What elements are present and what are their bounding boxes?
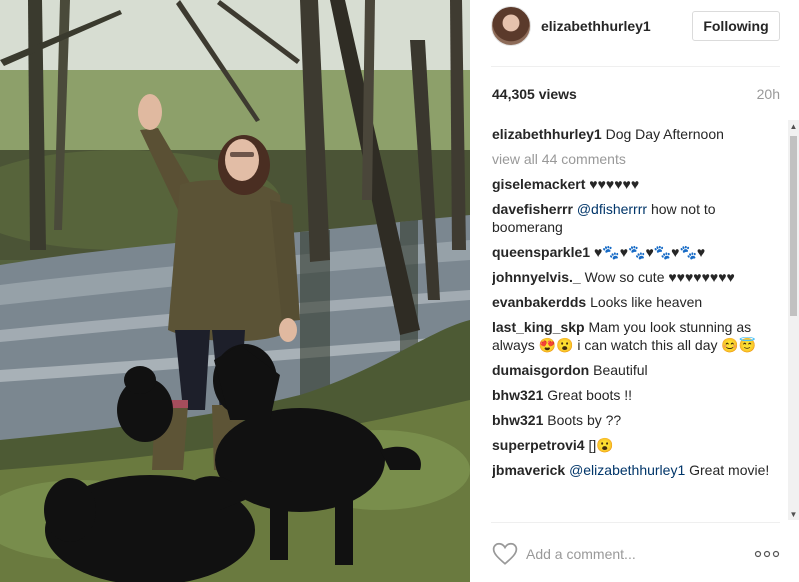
comment-text: []😮: [588, 437, 614, 453]
comment-item: queensparkle1 ♥🐾♥🐾♥🐾♥🐾♥: [492, 243, 782, 261]
caption-username[interactable]: elizabethhurley1: [492, 126, 602, 142]
comment-mention-link[interactable]: @dfisherrrr: [577, 201, 647, 217]
comment-username[interactable]: superpetrovi4: [492, 437, 585, 453]
comment-username[interactable]: dumaisgordon: [492, 362, 589, 378]
view-count: 44,305 views: [492, 86, 577, 102]
comment-text: Beautiful: [593, 362, 648, 378]
comment-item: last_king_skp Mam you look stunning as a…: [492, 318, 782, 354]
add-comment-input[interactable]: [526, 543, 726, 565]
comment-username[interactable]: johnnyelvis._: [492, 269, 581, 285]
comment-item: superpetrovi4 []😮: [492, 436, 782, 454]
comment-text: ♥🐾♥🐾♥🐾♥🐾♥: [593, 244, 706, 260]
caption: elizabethhurley1 Dog Day Afternoon: [492, 125, 782, 143]
comment-username[interactable]: giselemackert: [492, 176, 585, 192]
comments-list[interactable]: elizabethhurley1 Dog Day Afternoon view …: [492, 125, 782, 521]
post-stats: 44,305 views 20h: [492, 86, 780, 106]
comment-item: dumaisgordon Beautiful: [492, 361, 782, 379]
header-divider: [491, 66, 780, 67]
post-details-panel: elizabethhurley1 Following 44,305 views …: [470, 0, 799, 582]
scroll-up-arrow-icon[interactable]: ▲: [788, 120, 799, 132]
comment-mention-link[interactable]: @elizabethhurley1: [569, 462, 685, 478]
comment-item: johnnyelvis._ Wow so cute ♥♥♥♥♥♥♥♥: [492, 268, 782, 286]
following-button[interactable]: Following: [692, 11, 780, 41]
post-photo: [0, 0, 470, 582]
view-all-comments-link[interactable]: view all 44 comments: [492, 150, 782, 168]
comment-username[interactable]: bhw321: [492, 387, 543, 403]
comment-item: davefisherrr @dfisherrrr how not to boom…: [492, 200, 782, 236]
comment-username[interactable]: bhw321: [492, 412, 543, 428]
comment-text: Wow so cute ♥♥♥♥♥♥♥♥: [584, 269, 735, 285]
comment-username[interactable]: last_king_skp: [492, 319, 585, 335]
comment-item: bhw321 Great boots !!: [492, 386, 782, 404]
comment-text: Looks like heaven: [590, 294, 703, 310]
comment-item: giselemackert ♥♥♥♥♥♥: [492, 175, 782, 193]
scroll-down-arrow-icon[interactable]: ▼: [788, 508, 799, 520]
post-footer: [470, 532, 799, 582]
post-time[interactable]: 20h: [757, 86, 780, 102]
caption-text: Dog Day Afternoon: [605, 126, 724, 142]
comment-text: Great movie!: [689, 462, 770, 478]
heart-outline-icon[interactable]: [492, 542, 518, 566]
comment-item: bhw321 Boots by ??: [492, 411, 782, 429]
comment-username[interactable]: jbmaverick: [492, 462, 565, 478]
comment-item: evanbakerdds Looks like heaven: [492, 293, 782, 311]
comment-text: Boots by ??: [547, 412, 622, 428]
avatar[interactable]: [491, 6, 531, 46]
post-header: elizabethhurley1 Following: [470, 0, 799, 66]
comments-scrollbar[interactable]: ▲ ▼: [788, 120, 799, 520]
comment-item: jbmaverick @elizabethhurley1 Great movie…: [492, 461, 782, 479]
comment-username[interactable]: davefisherrr: [492, 201, 573, 217]
footer-divider: [491, 522, 780, 523]
post-media[interactable]: [0, 0, 470, 582]
more-options-icon[interactable]: [754, 548, 780, 560]
comment-username[interactable]: evanbakerdds: [492, 294, 586, 310]
comment-text: Great boots !!: [547, 387, 633, 403]
comment-text: ♥♥♥♥♥♥: [589, 176, 640, 192]
comment-username[interactable]: queensparkle1: [492, 244, 590, 260]
scroll-thumb[interactable]: [790, 136, 797, 316]
username-link[interactable]: elizabethhurley1: [541, 18, 651, 34]
